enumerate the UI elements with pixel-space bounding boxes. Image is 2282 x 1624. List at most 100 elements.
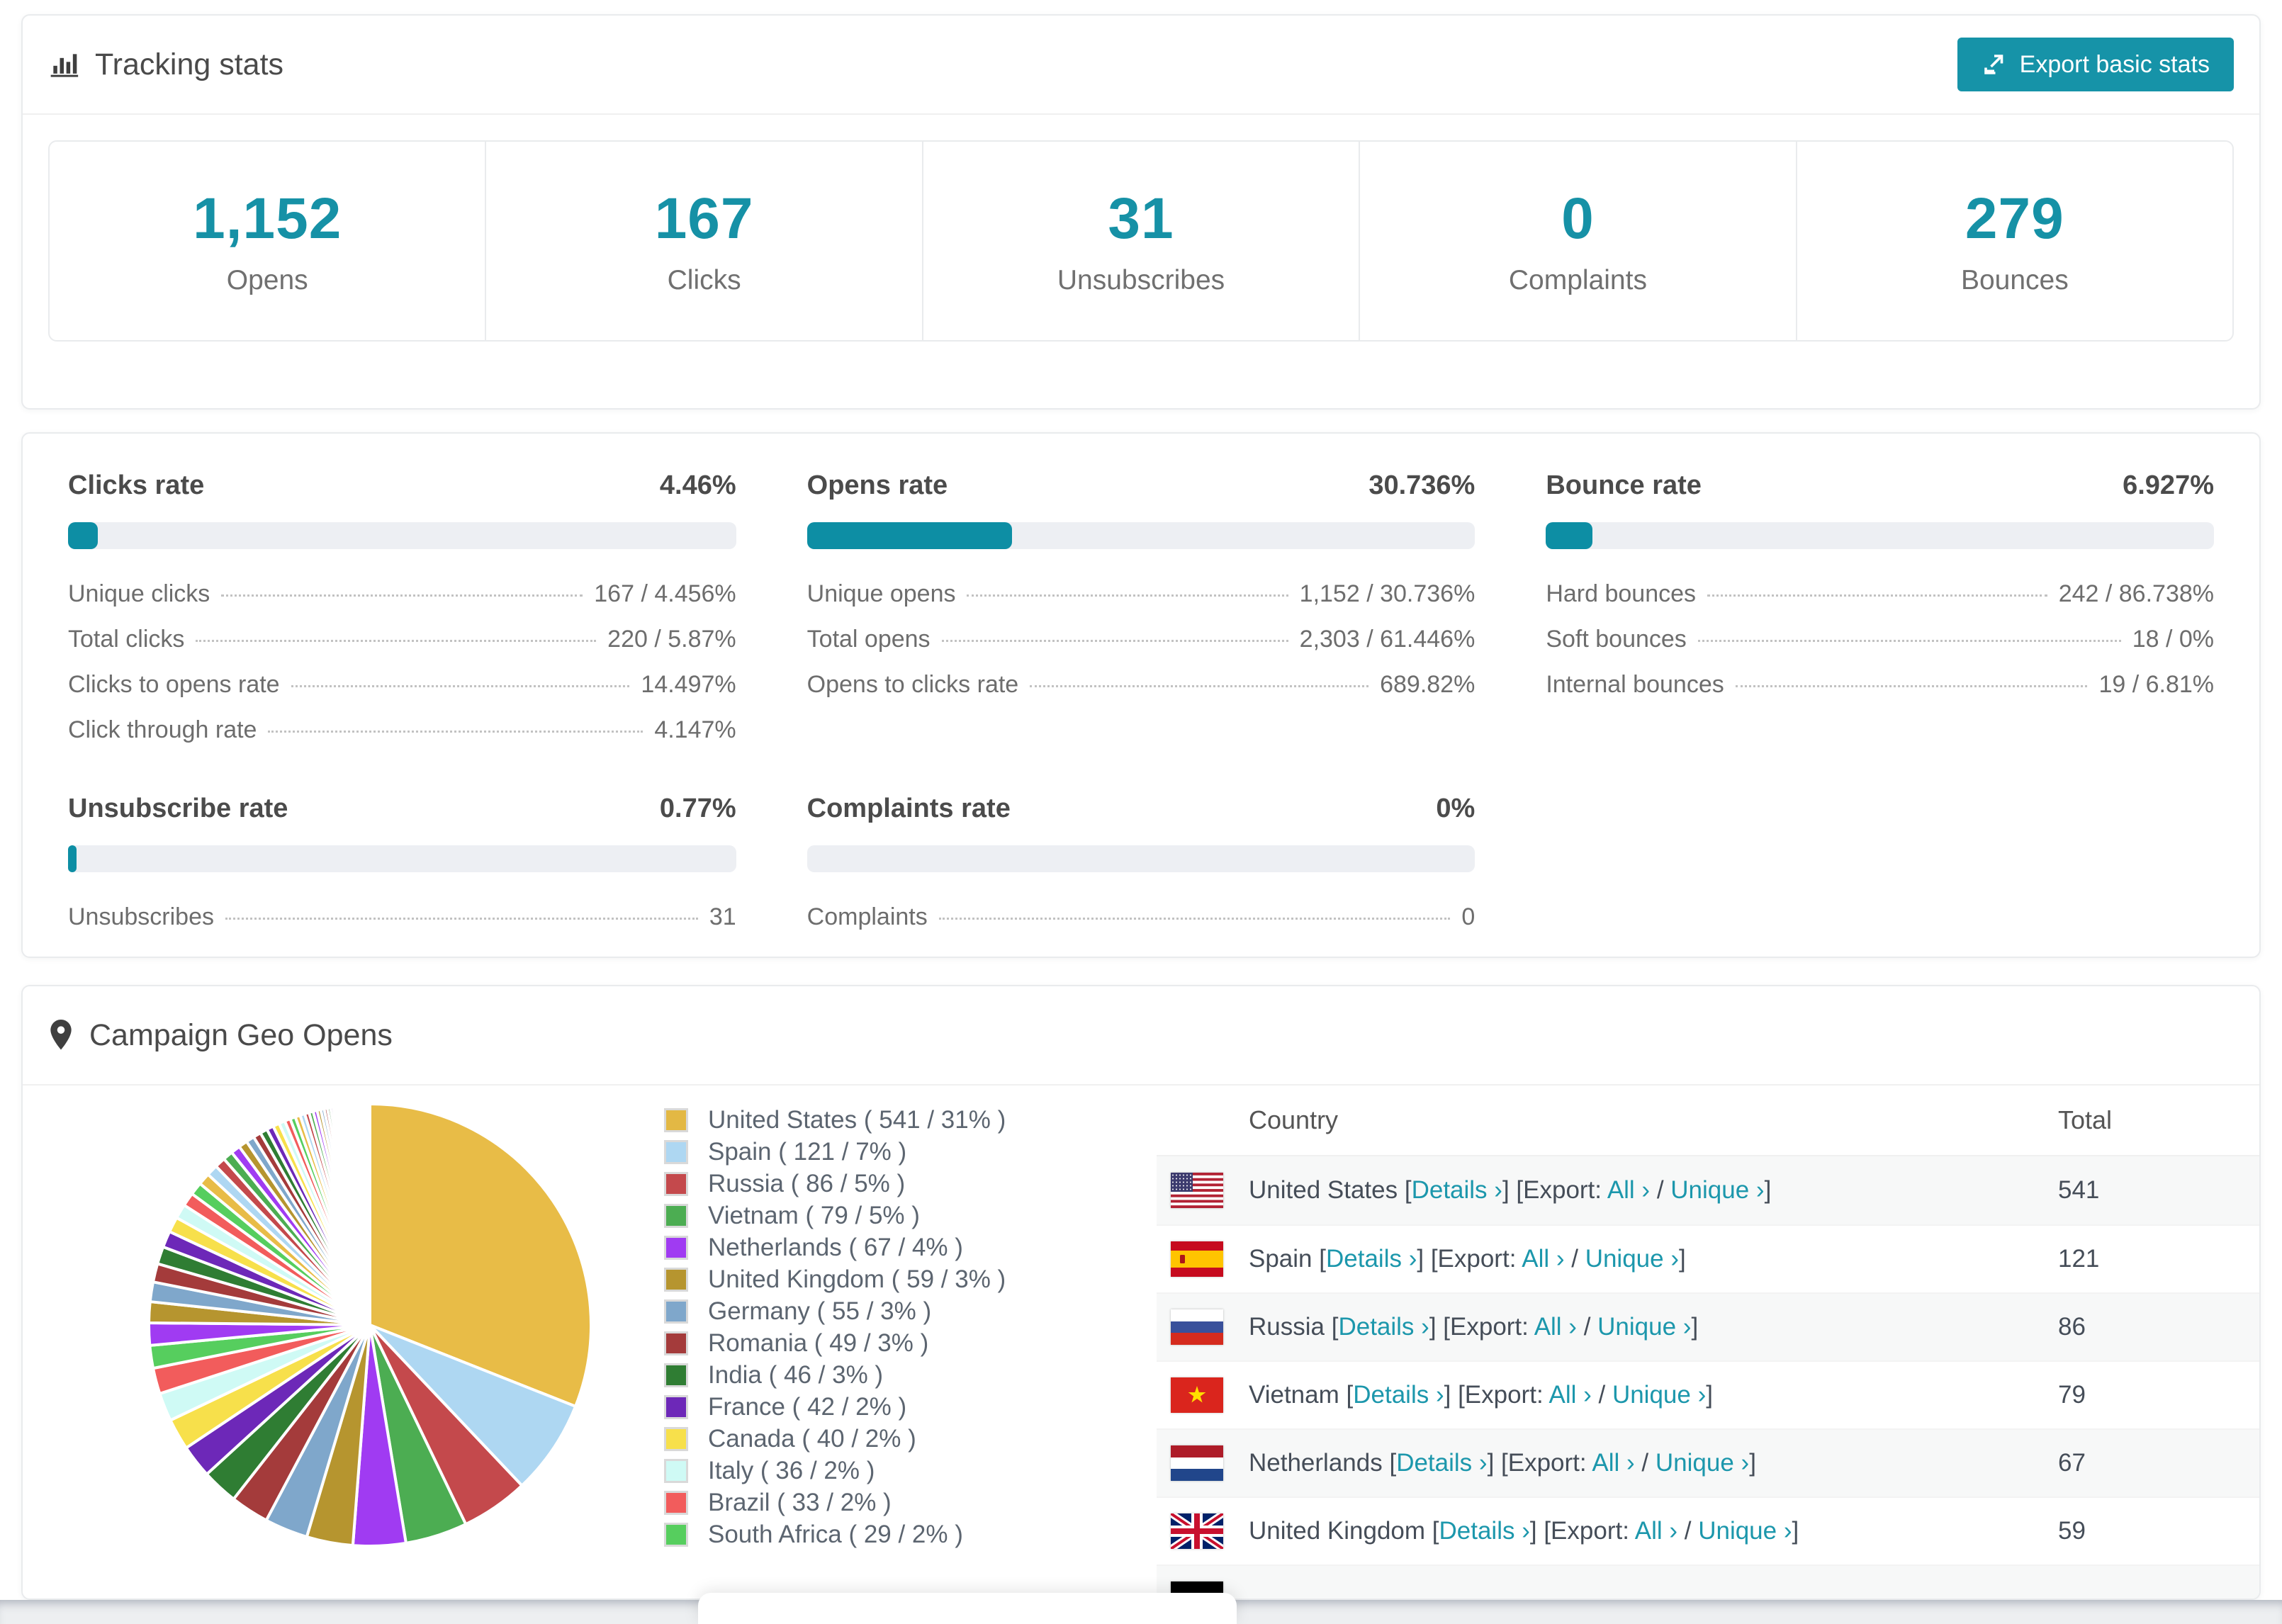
dotted-leader — [1697, 640, 2121, 642]
rate-row-label: Total opens — [806, 626, 931, 653]
legend-item: Vietnam ( 79 / 5% ) — [664, 1200, 1006, 1231]
export-prefix: [Export: — [1544, 1517, 1635, 1545]
rate-row: Total clicks 220 / 5.87% — [68, 626, 736, 653]
legend-label: Russia ( 86 / 5% ) — [708, 1169, 906, 1197]
total-cell: 59 — [2058, 1517, 2086, 1545]
separator: / — [1677, 1517, 1699, 1545]
geo-pie-chart — [147, 1102, 592, 1548]
export-all-link[interactable]: All › — [1607, 1176, 1650, 1204]
total-cell: 541 — [2058, 1176, 2100, 1204]
legend-item: Netherlands ( 67 / 4% ) — [664, 1231, 1006, 1263]
export-unique-link[interactable]: Unique › — [1670, 1176, 1764, 1204]
legend-swatch — [664, 1139, 688, 1164]
export-unique-link[interactable]: Unique › — [1597, 1313, 1691, 1341]
details-link[interactable]: Details › — [1396, 1449, 1487, 1477]
dotted-leader — [941, 640, 1288, 642]
rate-progress-track — [806, 845, 1476, 872]
separator: / — [1650, 1176, 1671, 1204]
dotted-leader — [1030, 685, 1369, 687]
rate-rows: Hard bounces 242 / 86.738% Soft bounces 18 … — [1546, 580, 2214, 699]
stat-label: Clicks — [667, 265, 741, 295]
rate-row: Click through rate 4.147% — [68, 716, 736, 744]
stat-label: Opens — [226, 265, 308, 295]
legend-swatch — [664, 1426, 688, 1451]
rate-progress-fill — [806, 522, 1013, 549]
export-all-link[interactable]: All › — [1592, 1449, 1634, 1477]
rate-row-value: 19 / 6.81% — [2098, 671, 2214, 698]
flag-gb — [1171, 1513, 1223, 1549]
geo-table: Country Total United States [Details ›] … — [1157, 1086, 2259, 1598]
legend-item: Romania ( 49 / 3% ) — [664, 1327, 1006, 1359]
details-link[interactable]: Details › — [1439, 1517, 1530, 1545]
rate-progress-fill — [68, 845, 77, 872]
table-row: United States [Details ›] [Export: All ›… — [1157, 1156, 2259, 1224]
rate-progress-track — [806, 522, 1476, 549]
rate-row-label: Complaints — [806, 903, 928, 930]
rate-block: Unsubscribe rate 0.77% Unsubscribes 31 — [68, 794, 736, 931]
legend-swatch — [664, 1458, 688, 1483]
legend-swatch — [664, 1267, 688, 1292]
rate-row-label: Soft bounces — [1546, 626, 1687, 653]
stat-value: 167 — [654, 186, 754, 251]
rate-row-label: Unique opens — [806, 580, 956, 607]
rate-row-value: 167 / 4.456% — [594, 580, 736, 607]
legend-swatch — [664, 1490, 688, 1515]
rate-head: Bounce rate 6.927% — [1546, 470, 2214, 501]
export-unique-link[interactable]: Unique › — [1585, 1245, 1679, 1273]
legend-label: Brazil ( 33 / 2% ) — [708, 1488, 892, 1516]
export-all-link[interactable]: All › — [1635, 1517, 1677, 1545]
country-name: Netherlands — [1249, 1449, 1390, 1477]
tracking-stats-card: Tracking stats Export basic stats 1,152 O… — [21, 14, 2261, 410]
details-link[interactable]: Details › — [1353, 1381, 1444, 1409]
legend-swatch — [664, 1331, 688, 1355]
export-all-link[interactable]: All › — [1522, 1245, 1564, 1273]
export-unique-link[interactable]: Unique › — [1612, 1381, 1706, 1409]
bracket: ] — [1417, 1245, 1431, 1273]
export-all-link[interactable]: All › — [1534, 1313, 1577, 1341]
rate-progress-track — [68, 522, 736, 549]
legend-label: Canada ( 40 / 2% ) — [708, 1424, 916, 1453]
flag-ru — [1171, 1309, 1223, 1345]
export-unique-link[interactable]: Unique › — [1698, 1517, 1792, 1545]
export-basic-stats-label: Export basic stats — [2019, 50, 2210, 78]
export-prefix: [Export: — [1516, 1176, 1607, 1204]
rate-progress-track — [1546, 522, 2214, 549]
dotted-leader — [938, 918, 1451, 920]
export-all-link[interactable]: All › — [1548, 1381, 1591, 1409]
geo-legend: United States ( 541 / 31% ) Spain ( 121 /… — [664, 1104, 1006, 1550]
rate-row-label: Click through rate — [68, 716, 257, 743]
bracket: [ — [1404, 1176, 1412, 1204]
dotted-leader — [967, 594, 1288, 597]
details-link[interactable]: Details › — [1338, 1313, 1429, 1341]
stat-box: 1,152 Opens — [50, 142, 487, 340]
rate-row: Soft bounces 18 / 0% — [1546, 626, 2214, 653]
separator: / — [1591, 1381, 1612, 1409]
export-unique-link[interactable]: Unique › — [1656, 1449, 1749, 1477]
stat-label: Unsubscribes — [1057, 265, 1225, 295]
rate-progress-track — [68, 845, 736, 872]
pie-slice[interactable] — [368, 1102, 371, 1326]
dotted-leader — [1735, 685, 2088, 687]
rate-row-value: 1,152 / 30.736% — [1299, 580, 1476, 607]
dotted-leader — [196, 640, 597, 642]
rate-head: Unsubscribe rate 0.77% — [68, 794, 736, 824]
stat-box: 0 Complaints — [1360, 142, 1797, 340]
details-link[interactable]: Details › — [1412, 1176, 1502, 1204]
legend-item: Russia ( 86 / 5% ) — [664, 1168, 1006, 1200]
rate-row: Complaints 0 — [807, 903, 1476, 931]
rates-card: Clicks rate 4.46% Unique clicks 167 / 4.456… — [21, 432, 2261, 958]
flag-nl — [1171, 1445, 1223, 1481]
total-cell: 67 — [2058, 1449, 2086, 1477]
separator: / — [1564, 1245, 1585, 1273]
rate-row-label: Unsubscribes — [68, 903, 214, 930]
details-link[interactable]: Details › — [1326, 1245, 1417, 1273]
rate-row-label: Internal bounces — [1546, 671, 1724, 698]
legend-label: France ( 42 / 2% ) — [708, 1392, 907, 1421]
geo-header: Campaign Geo Opens — [23, 986, 2259, 1086]
legend-swatch — [664, 1235, 688, 1260]
rate-value: 4.46% — [659, 470, 736, 500]
rate-row-value: 689.82% — [1380, 671, 1476, 698]
export-basic-stats-button[interactable]: Export basic stats — [1957, 38, 2234, 91]
rate-row-value: 4.147% — [654, 716, 736, 743]
bracket: [ — [1331, 1313, 1339, 1341]
